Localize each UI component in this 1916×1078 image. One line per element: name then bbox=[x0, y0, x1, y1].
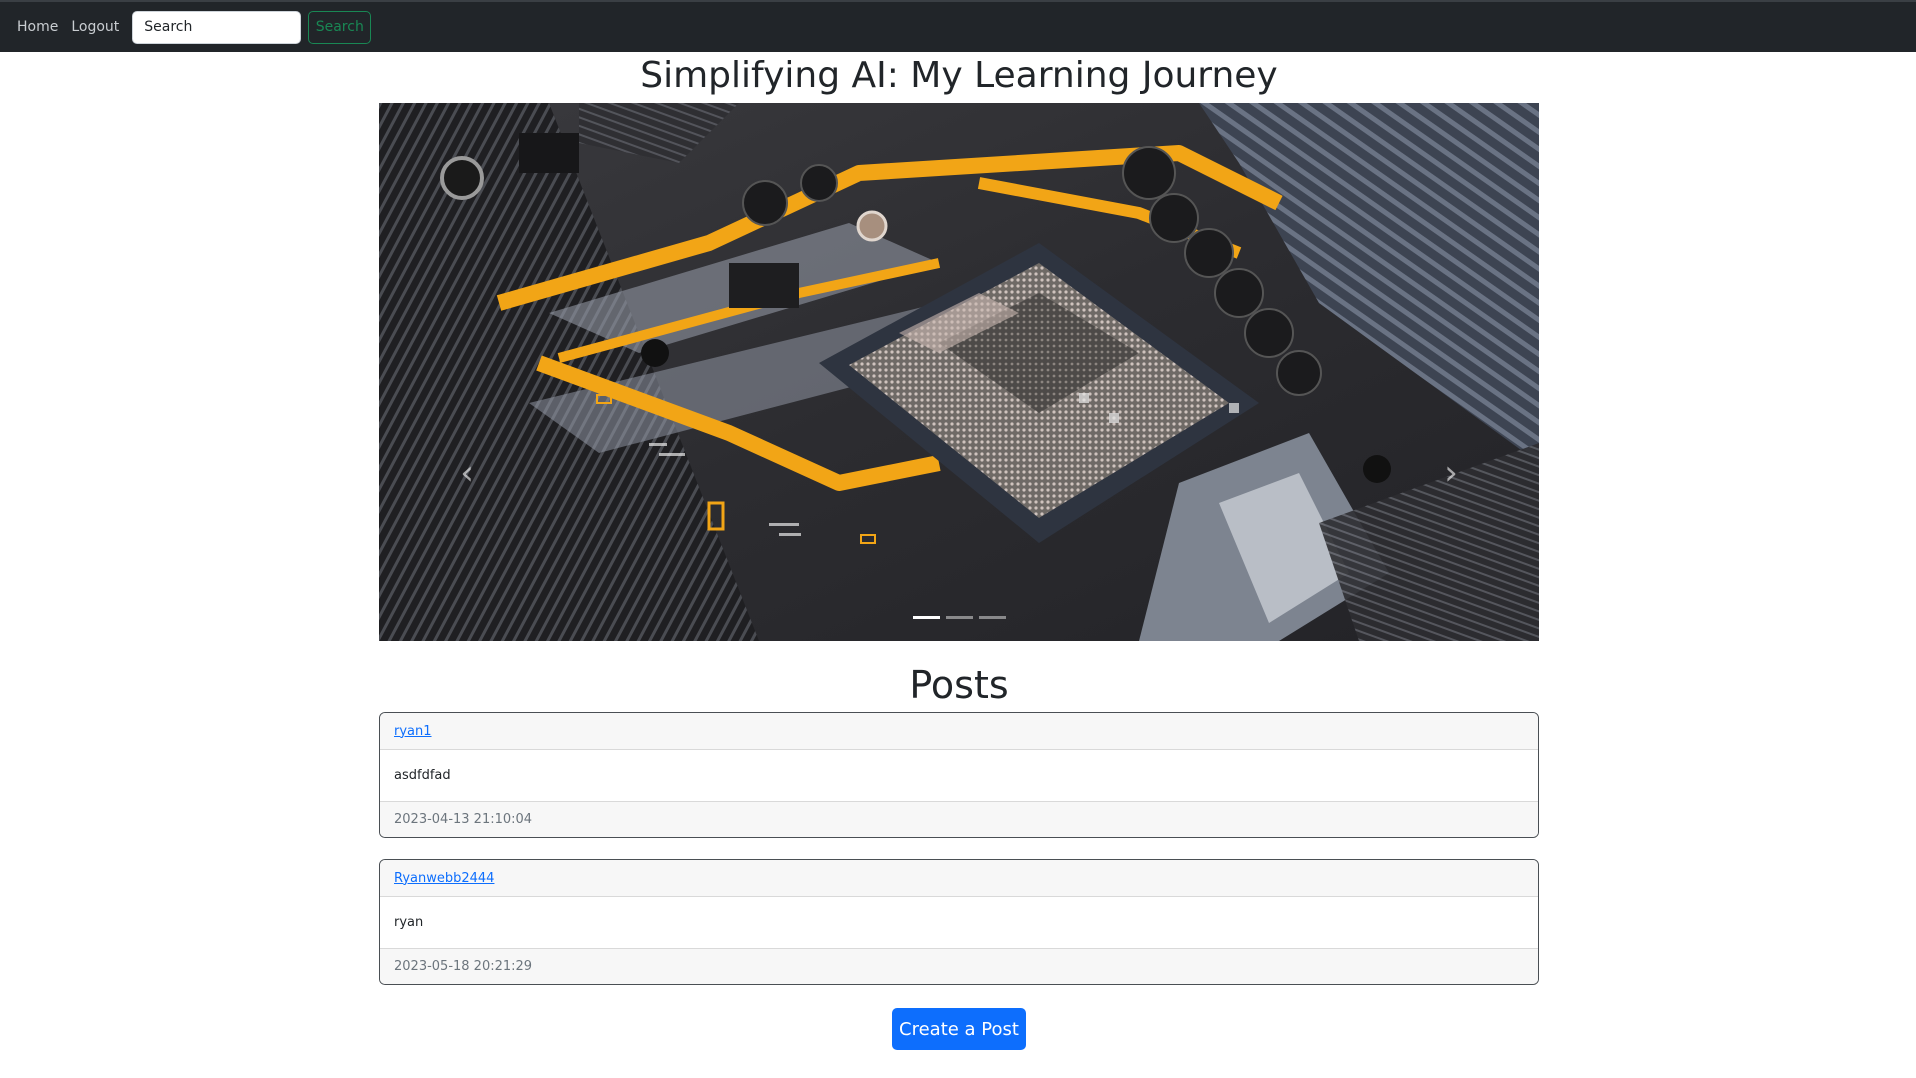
post-card: Ryanwebb2444 ryan 2023-05-18 20:21:29 bbox=[379, 859, 1539, 985]
post-card: ryan1 asdfdfad 2023-04-13 21:10:04 bbox=[379, 712, 1539, 838]
image-carousel: ‹ › bbox=[379, 103, 1539, 641]
post-author-link[interactable]: ryan1 bbox=[394, 724, 432, 739]
chevron-right-icon: › bbox=[1444, 453, 1458, 493]
nav-logout-link[interactable]: Logout bbox=[71, 19, 119, 35]
carousel-indicator-3[interactable] bbox=[978, 616, 1006, 619]
chevron-left-icon: ‹ bbox=[460, 453, 474, 493]
search-button[interactable]: Search bbox=[308, 10, 372, 44]
posts-heading: Posts bbox=[909, 663, 1009, 707]
carousel-indicator-2[interactable] bbox=[945, 616, 973, 619]
post-timestamp: 2023-05-18 20:21:29 bbox=[380, 948, 1538, 984]
motherboard-image bbox=[379, 103, 1539, 641]
top-navbar: Home Logout Search bbox=[0, 0, 1916, 52]
carousel-indicators bbox=[379, 616, 1539, 619]
post-content: ryan bbox=[394, 915, 424, 930]
post-timestamp: 2023-04-13 21:10:04 bbox=[380, 801, 1538, 837]
post-content: asdfdfad bbox=[394, 768, 451, 783]
carousel-next-button[interactable]: › bbox=[1431, 443, 1471, 503]
post-card-header: ryan1 bbox=[380, 713, 1538, 750]
post-author-link[interactable]: Ryanwebb2444 bbox=[394, 871, 494, 886]
search-input[interactable] bbox=[132, 10, 302, 44]
carousel-indicator-1[interactable] bbox=[912, 616, 940, 619]
post-card-header: Ryanwebb2444 bbox=[380, 860, 1538, 897]
carousel-prev-button[interactable]: ‹ bbox=[447, 443, 487, 503]
page-title: Simplifying AI: My Learning Journey bbox=[640, 55, 1278, 96]
create-post-button[interactable]: Create a Post bbox=[892, 1008, 1026, 1050]
nav-home-link[interactable]: Home bbox=[17, 19, 58, 35]
